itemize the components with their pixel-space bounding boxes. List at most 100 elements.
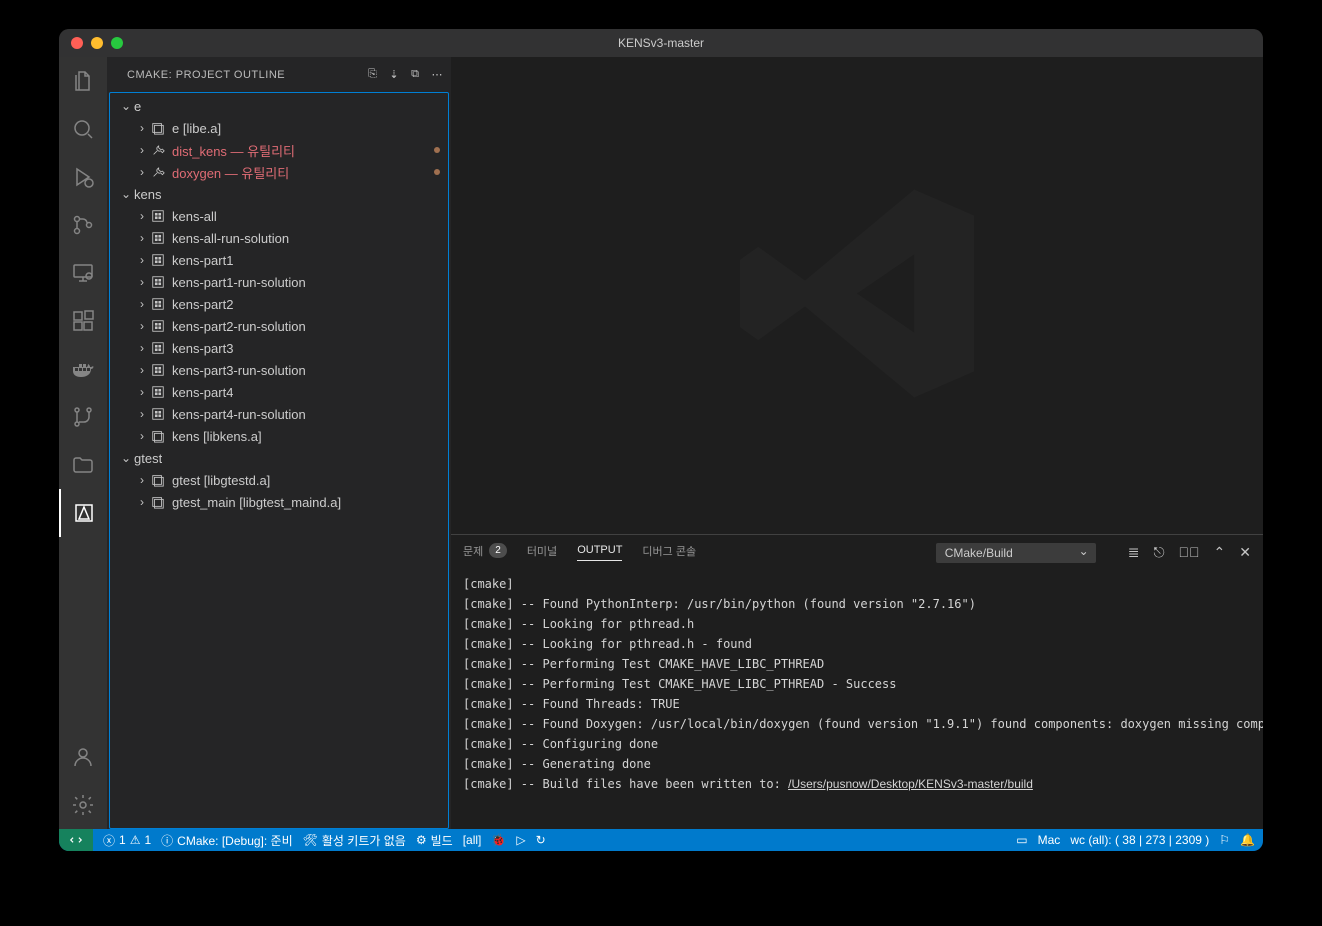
minimize-window[interactable] (91, 37, 103, 49)
chevron-right-icon: › (134, 253, 150, 267)
chevron-right-icon: › (134, 231, 150, 245)
settings-gear-icon[interactable] (59, 781, 107, 829)
status-run-icon[interactable]: ▷ (516, 833, 525, 847)
cmake-icon[interactable] (59, 489, 107, 537)
tab-terminal[interactable]: 터미널 (527, 543, 557, 563)
chevron-up-icon[interactable]: ⌃ (1214, 544, 1226, 561)
tree-item[interactable]: ›kens-part1 (110, 249, 448, 271)
status-target[interactable]: [all] (463, 833, 482, 847)
tree-group-gtest[interactable]: ⌄gtest (110, 447, 448, 469)
error-icon: ⓧ (103, 832, 115, 849)
extensions-icon[interactable] (59, 297, 107, 345)
status-debug-icon[interactable]: 🐞 (491, 833, 506, 847)
target-icon (150, 208, 166, 224)
target-icon (150, 120, 166, 136)
chevron-right-icon: › (134, 209, 150, 223)
status-layout-icon[interactable]: ▭ (1016, 833, 1027, 847)
status-mac[interactable]: Mac (1038, 833, 1061, 847)
status-cmake[interactable]: ⓘCMake: [Debug]: 준비 (161, 832, 292, 849)
tree-item[interactable]: ›dist_kens — 유틸리티 (110, 139, 448, 161)
tree-item[interactable]: ›doxygen — 유틸리티 (110, 161, 448, 183)
folder-icon[interactable] (59, 441, 107, 489)
modified-indicator (434, 147, 440, 153)
clear-icon[interactable]: ✕⃞ (1179, 544, 1200, 561)
panel-actions: ≣ ⎋ ✕⃞ ⌃ ✕ (1128, 544, 1251, 561)
item-label: kens-all-run-solution (172, 231, 289, 246)
project-tree[interactable]: ⌄e›e [libe.a]›dist_kens — 유틸리티›doxygen —… (109, 92, 449, 829)
run-debug-icon[interactable] (59, 153, 107, 201)
chevron-right-icon: › (134, 275, 150, 289)
filter-icon[interactable]: ≣ (1128, 544, 1140, 561)
search-icon[interactable] (59, 105, 107, 153)
target-icon (150, 472, 166, 488)
status-feedback-icon[interactable]: ⚐ (1219, 833, 1230, 847)
tab-output-label: OUTPUT (577, 544, 622, 556)
tree-item[interactable]: ›kens-part4 (110, 381, 448, 403)
vscode-window: KENSv3-master CMAKE: PROJECT OUTLINE ⎘ ⇣ (59, 29, 1263, 851)
docker-icon[interactable] (59, 345, 107, 393)
tree-item[interactable]: › kens-all-run-solution (110, 227, 448, 249)
tree-item[interactable]: ›gtest_main [libgtest_maind.a] (110, 491, 448, 513)
source-control-icon[interactable] (59, 201, 107, 249)
titlebar: KENSv3-master (59, 29, 1263, 57)
target-icon (150, 142, 166, 158)
account-icon[interactable] (59, 733, 107, 781)
item-label: doxygen — 유틸리티 (172, 163, 289, 182)
tree-item[interactable]: › kens-part2 (110, 293, 448, 315)
status-wc[interactable]: wc (all): ( 38 | 273 | 2309 ) (1070, 833, 1209, 847)
output-channel-select[interactable]: CMake/Build (936, 543, 1096, 563)
chevron-right-icon: › (134, 297, 150, 311)
tab-problems-label: 문제 (463, 543, 483, 559)
chevron-down-icon: ⌄ (118, 99, 134, 113)
tree-group-e[interactable]: ⌄e (110, 95, 448, 117)
tree-item[interactable]: ›kens-part3 (110, 337, 448, 359)
tree-item[interactable]: ›gtest [libgtestd.a] (110, 469, 448, 491)
chevron-down-icon: ⌄ (118, 187, 134, 201)
tree-item[interactable]: ›e [libe.a] (110, 117, 448, 139)
tree-item[interactable]: ›kens-part3-run-solution (110, 359, 448, 381)
traffic-lights (59, 37, 123, 49)
tree-item[interactable]: ›kens [libkens.a] (110, 425, 448, 447)
chevron-right-icon: › (134, 341, 150, 355)
more-icon[interactable]: ⋯ (432, 68, 444, 81)
remote-indicator[interactable] (59, 829, 93, 851)
target-icon (150, 164, 166, 180)
chevron-right-icon: › (134, 407, 150, 421)
output-content[interactable]: [cmake] [cmake] -- Found PythonInterp: /… (451, 570, 1263, 829)
build-icon[interactable]: ⇣ (389, 68, 399, 81)
status-cmake-label: CMake: [Debug]: 준비 (177, 832, 292, 849)
remote-explorer-icon[interactable] (59, 249, 107, 297)
status-errors-warnings[interactable]: ⓧ1 ⚠1 (103, 832, 151, 849)
info-icon: ⓘ (161, 832, 173, 849)
status-history-icon[interactable]: ↻ (536, 833, 546, 847)
maximize-window[interactable] (111, 37, 123, 49)
status-bell-icon[interactable]: 🔔 (1240, 833, 1255, 847)
tree-item[interactable]: ›kens-all (110, 205, 448, 227)
close-window[interactable] (71, 37, 83, 49)
group-label: kens (134, 187, 161, 202)
item-label: kens-part2 (172, 297, 233, 312)
tab-output[interactable]: OUTPUT (577, 544, 622, 561)
status-build[interactable]: ⚙빌드 (416, 832, 453, 849)
tab-problems[interactable]: 문제 2 (463, 543, 507, 563)
problems-badge: 2 (489, 543, 507, 558)
tree-item[interactable]: ›kens-part1-run-solution (110, 271, 448, 293)
group-label: e (134, 99, 141, 114)
explorer-icon[interactable] (59, 57, 107, 105)
status-kit[interactable]: 🛠활성 키트가 없음 (303, 832, 406, 849)
tree-item[interactable]: ›kens-part4-run-solution (110, 403, 448, 425)
item-label: e [libe.a] (172, 121, 221, 136)
item-label: kens-part4 (172, 385, 233, 400)
chevron-down-icon: ⌄ (118, 451, 134, 465)
item-label: kens [libkens.a] (172, 429, 262, 444)
tab-debug-console[interactable]: 디버그 콘솔 (642, 543, 696, 563)
tree-group-kens[interactable]: ⌄kens (110, 183, 448, 205)
new-file-icon[interactable]: ⎘ (368, 68, 377, 81)
tree-item[interactable]: ›kens-part2-run-solution (110, 315, 448, 337)
sidebar-actions: ⎘ ⇣ ⧉ ⋯ (368, 68, 443, 81)
git-graph-icon[interactable] (59, 393, 107, 441)
close-panel-icon[interactable]: ✕ (1239, 544, 1251, 561)
collapse-icon[interactable]: ⧉ (411, 68, 419, 81)
lock-icon[interactable]: ⎋ (1153, 544, 1164, 561)
status-build-label: 빌드 (431, 832, 453, 849)
